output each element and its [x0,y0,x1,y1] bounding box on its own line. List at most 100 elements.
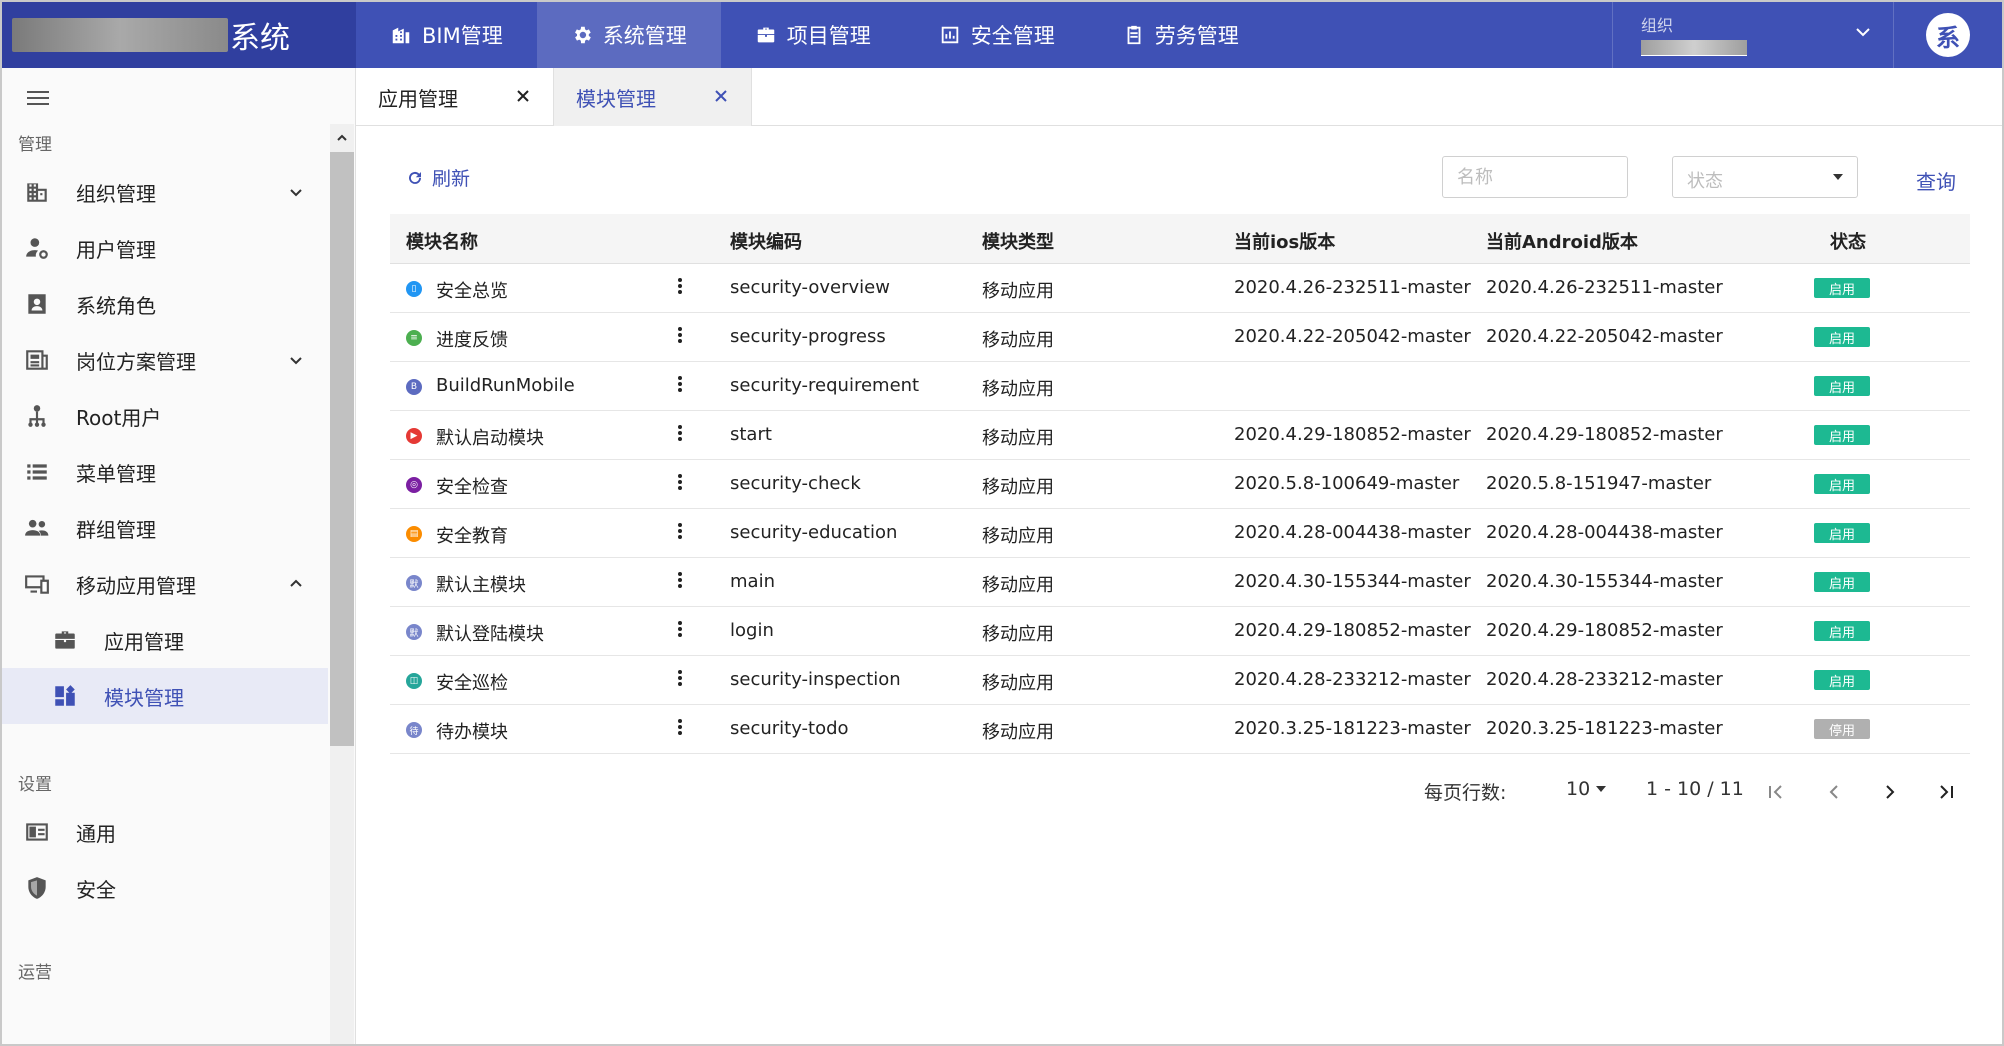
close-icon[interactable] [713,88,729,104]
sidebar-item-groups[interactable]: 群组管理 [2,500,328,556]
column-header-name[interactable]: 模块名称 [406,228,478,254]
table-row[interactable]: ◫ 安全巡检 security-inspection 移动应用 2020.4.28-23… [390,656,1970,705]
chevron-down-icon [290,357,302,365]
cell-module-code: security-overview [730,277,890,298]
chevron-down-icon[interactable] [336,1042,348,1044]
chevron-down-icon [1856,28,1870,37]
column-header-code[interactable]: 模块编码 [730,228,802,254]
briefcase-icon [757,27,774,43]
nav-label: 劳务管理 [1154,24,1239,48]
sidebar-item-menus[interactable]: 菜单管理 [2,444,328,500]
sidebar-item-label: 通用 [76,821,116,846]
org-selector[interactable]: 组织 [1612,2,1894,68]
cell-module-type: 移动应用 [982,330,1054,351]
rows-per-page-value: 10 [1566,778,1591,800]
sidebar-item-app-management[interactable]: 应用管理 [2,612,328,668]
more-vert-icon[interactable] [676,570,684,594]
table-row[interactable]: 默默认登陆模块 login 移动应用 2020.4.29-180852-master 2… [390,607,1970,656]
table-row[interactable]: ▤ 安全教育 security-education 移动应用 2020.4.28-004… [390,509,1970,558]
refresh-button[interactable]: 刷新 [406,164,470,191]
newspaper-icon [26,350,48,370]
nav-item-project[interactable]: 项目管理 [721,2,905,68]
sidebar-item-security[interactable]: 安全 [2,860,328,916]
cell-module-code: security-education [730,522,898,543]
table-row[interactable]: 待待办模块 security-todo 移动应用 2020.3.25-181223-m… [390,705,1970,754]
cell-ios-version: 2020.4.26-232511-master [1234,277,1471,298]
more-vert-icon[interactable] [676,521,684,545]
cell-module-code: security-check [730,473,861,494]
column-header-ios[interactable]: 当前ios版本 [1234,228,1335,254]
page-range: 1 - 10 / 11 [1646,778,1744,800]
cell-ios-version: 2020.4.22-205042-master [1234,326,1471,347]
more-vert-icon[interactable] [676,423,684,447]
tab-label: 应用管理 [378,86,458,111]
sidebar-item-general[interactable]: 通用 [2,804,328,860]
rows-per-page-select[interactable]: 10 [1566,778,1612,800]
sidebar-item-label: Root用户 [76,405,162,430]
top-nav: BIM管理 系统管理 项目管理 安全管理 劳务管理 [356,2,1273,68]
more-vert-icon[interactable] [676,472,684,496]
scrollbar-thumb[interactable] [330,152,354,746]
nav-item-system[interactable]: 系统管理 [536,2,721,68]
sidebar-item-roles[interactable]: 系统角色 [2,276,328,332]
next-page-icon[interactable] [1880,782,1900,802]
sidebar-item-module-management[interactable]: 模块管理 [2,668,328,724]
more-vert-icon[interactable] [676,619,684,643]
column-header-android[interactable]: 当前Android版本 [1486,228,1638,254]
table-row[interactable]: ▶ 默认启动模块 start 移动应用 2020.4.29-180852-master 2… [390,411,1970,460]
table-row[interactable]: ≡ 进度反馈 security-progress 移动应用 2020.4.22-2050… [390,313,1970,362]
table-row[interactable]: ◎ 安全检查 security-check 移动应用 2020.5.8-100649-m… [390,460,1970,509]
sidebar-item-root-user[interactable]: Root用户 [2,388,328,444]
cell-android-version: 2020.4.29-180852-master [1486,424,1723,445]
column-header-status[interactable]: 状态 [1830,228,1866,254]
more-vert-icon[interactable] [676,276,684,300]
cell-ios-version: 2020.4.29-180852-master [1234,424,1471,445]
nav-item-labor[interactable]: 劳务管理 [1089,2,1273,68]
group-icon [25,519,49,536]
table-row[interactable]: 默默认主模块 main 移动应用 2020.4.30-155344-master 202… [390,558,1970,607]
nav-item-safety[interactable]: 安全管理 [905,2,1089,68]
refresh-label: 刷新 [432,168,471,190]
tab-app-management[interactable]: 应用管理 [356,68,554,126]
chevron-up-icon[interactable] [336,132,348,144]
cell-ios-version: 2020.4.29-180852-master [1234,620,1471,641]
cell-module-code: security-inspection [730,669,901,690]
sidebar-item-users[interactable]: 用户管理 [2,220,328,276]
more-vert-icon[interactable] [676,717,684,741]
sidebar-scrollbar[interactable] [330,124,354,1044]
user-menu[interactable]: 系 [1894,2,2002,68]
tab-module-management[interactable]: 模块管理 [554,68,752,126]
hamburger-icon[interactable] [26,88,50,108]
close-icon[interactable] [515,88,531,104]
cell-module-code: main [730,571,775,592]
sidebar-item-label: 群组管理 [76,517,156,542]
section-label-manage: 管理 [18,135,52,155]
more-vert-icon[interactable] [676,374,684,398]
query-button[interactable]: 查询 [1916,166,1956,195]
cell-module-name: 进度反馈 [436,330,508,351]
status-filter-select[interactable]: 状态 [1672,156,1858,198]
sidebar-item-org[interactable]: 组织管理 [2,164,328,220]
status-placeholder: 状态 [1687,171,1723,192]
table-row[interactable]: ▯ 安全总览 security-overview 移动应用 2020.4.26-2325… [390,264,1970,313]
table-row[interactable]: B BuildRunMobile security-requirement 移动应用 启… [390,362,1970,411]
first-page-icon[interactable] [1766,782,1786,802]
brand[interactable]: 系统 [2,2,356,68]
column-header-type[interactable]: 模块类型 [982,228,1054,254]
more-vert-icon[interactable] [676,325,684,349]
last-page-icon[interactable] [1936,782,1956,802]
cell-module-code: security-progress [730,326,886,347]
more-vert-icon[interactable] [676,668,684,692]
sidebar-item-label: 移动应用管理 [76,573,196,598]
cell-android-version: 2020.4.28-233212-master [1486,669,1723,690]
avatar: 系 [1926,13,1970,57]
cell-module-code: start [730,424,772,445]
building-icon [392,27,410,44]
cell-module-type: 移动应用 [982,575,1054,596]
name-filter-input[interactable] [1442,156,1628,198]
nav-item-bim[interactable]: BIM管理 [356,2,537,68]
sidebar-item-mobile-apps[interactable]: 移动应用管理 [2,556,328,612]
prev-page-icon[interactable] [1824,782,1844,802]
sidebar-item-positions[interactable]: 岗位方案管理 [2,332,328,388]
module-icon: ▯ [406,281,422,297]
